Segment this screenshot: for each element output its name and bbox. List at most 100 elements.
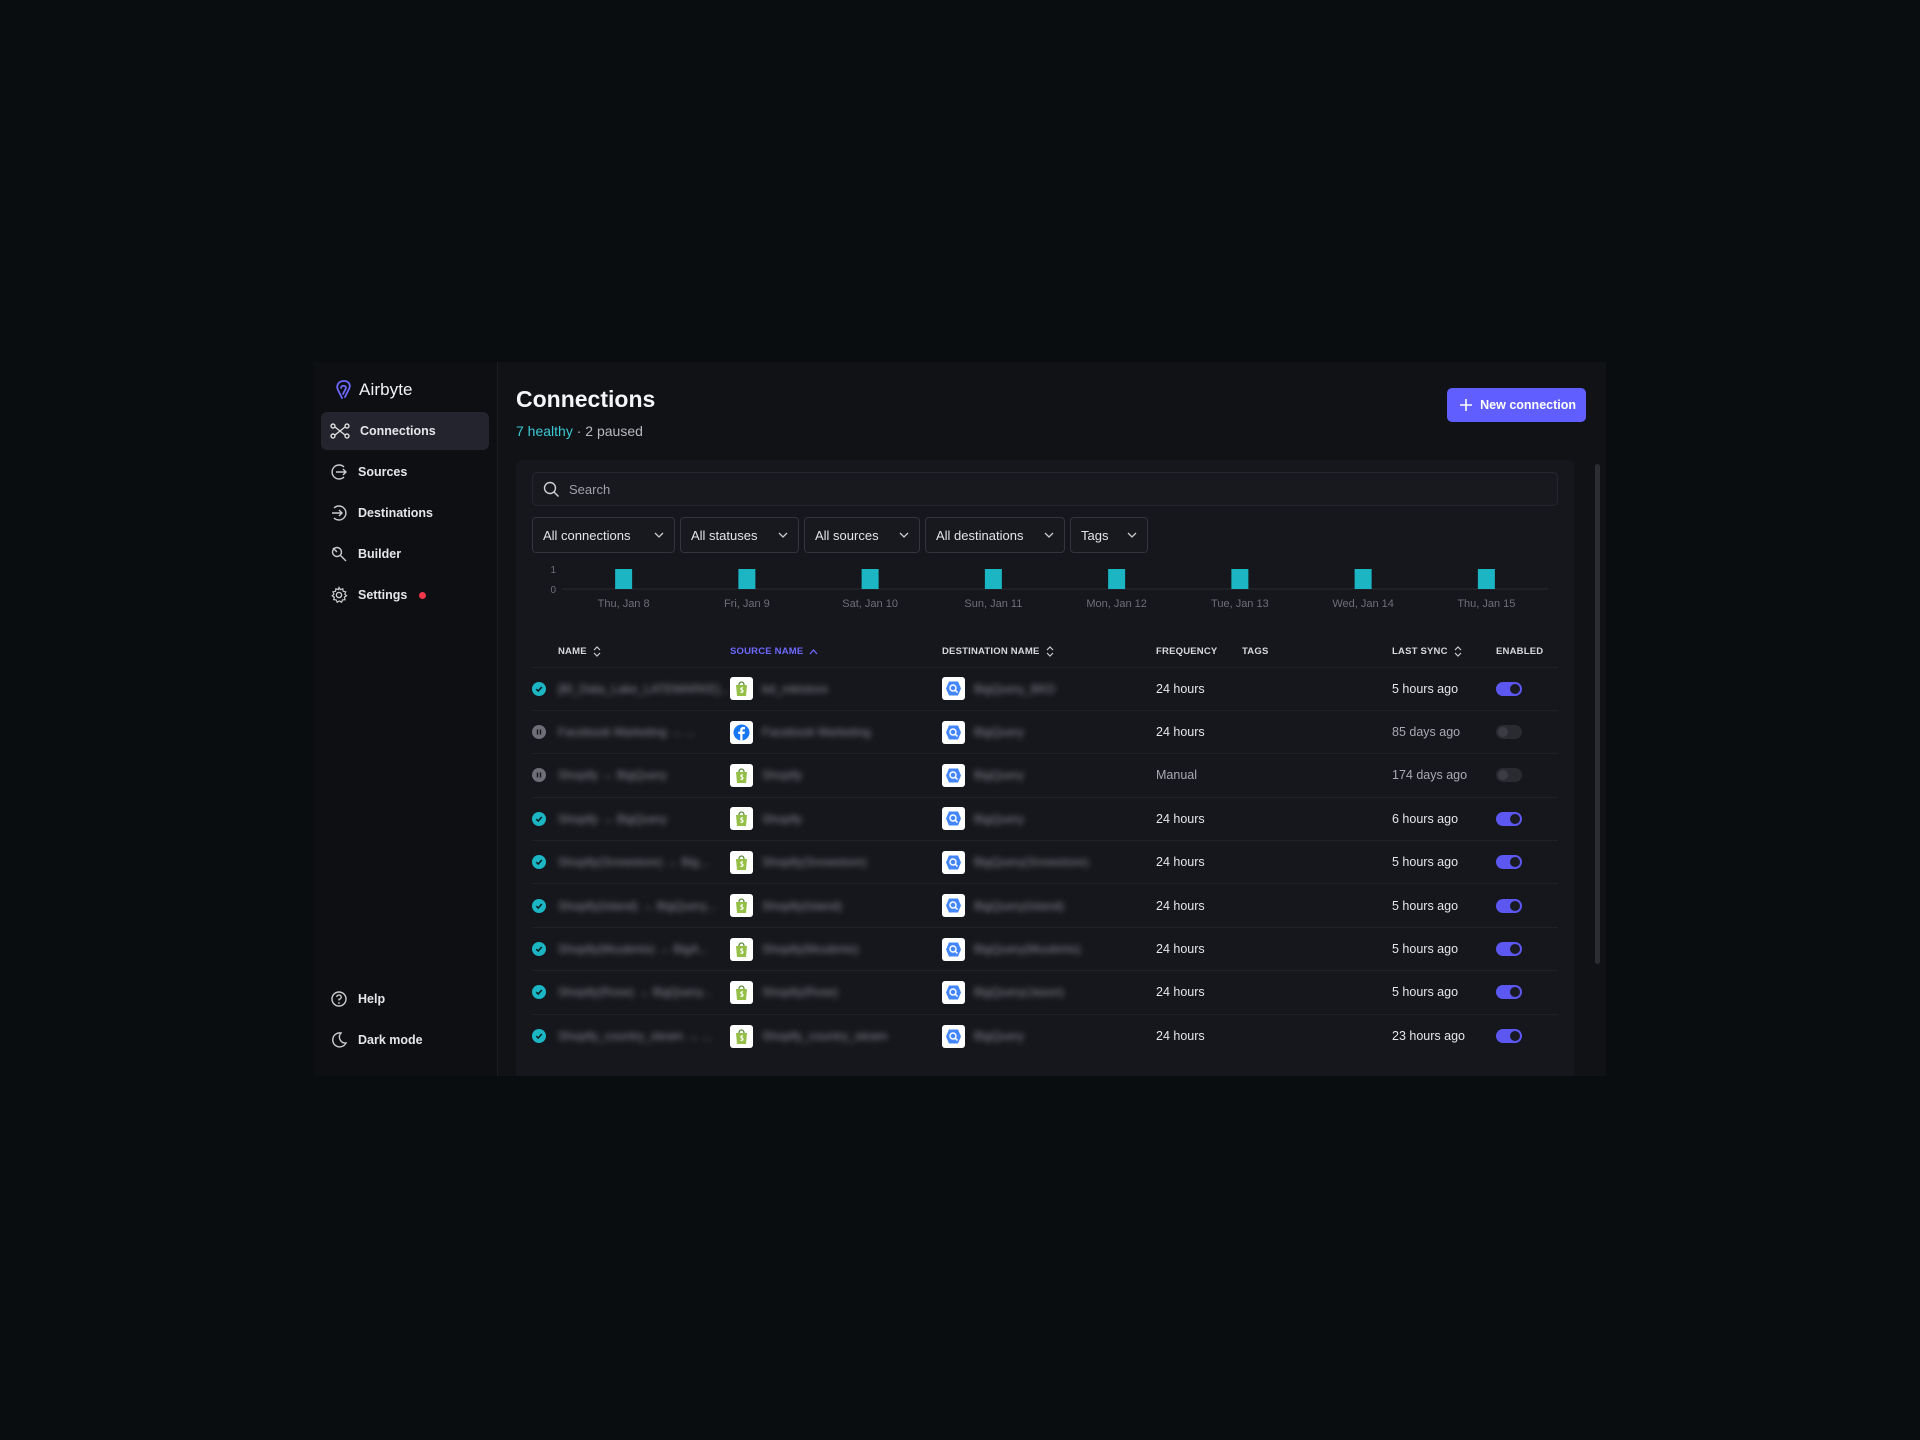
source-cell[interactable]: Shopify(Island)	[730, 883, 942, 928]
table-row[interactable]: Shopify(Snowstore) → Big... Shopify(Snows…	[532, 840, 1558, 884]
sync-bar[interactable]	[984, 569, 1002, 589]
destination-name[interactable]: BigQuery(Jason)	[974, 985, 1064, 999]
source-name[interactable]: Shopify(Snowstore)	[762, 855, 867, 869]
source-name[interactable]: Shopify(Island)	[762, 899, 842, 913]
enabled-toggle[interactable]	[1496, 768, 1522, 783]
enabled-toggle[interactable]	[1496, 811, 1522, 826]
destination-name[interactable]: BigQuery	[974, 768, 1024, 782]
source-name[interactable]: Shopify_country_steam	[762, 1029, 887, 1043]
filter-connections[interactable]: All connections	[532, 517, 675, 553]
search-input[interactable]	[569, 481, 1469, 497]
source-name[interactable]: Shopify(Rose)	[762, 985, 838, 999]
connection-name[interactable]: Facebook Marketing → ...	[558, 725, 695, 739]
sidebar-item-sources[interactable]: Sources	[321, 453, 489, 491]
logo[interactable]: Airbyte	[321, 376, 489, 404]
connection-name[interactable]: Shopify_country_steam → ...	[558, 1029, 712, 1043]
destination-cell[interactable]: BigQuery	[942, 753, 1156, 798]
connection-name[interactable]: Shopify → BigQuery	[558, 768, 667, 782]
sidebar-item-settings[interactable]: Settings	[321, 576, 489, 614]
destination-name[interactable]: BigQuery_BKD	[974, 682, 1055, 696]
destination-cell[interactable]: BigQuery	[942, 1013, 1156, 1058]
connection-name[interactable]: Shopify → BigQuery	[558, 812, 667, 826]
sync-bar[interactable]	[1477, 569, 1495, 589]
source-name[interactable]: Shopify(Muubmix)	[762, 942, 859, 956]
source-cell[interactable]: Shopify	[730, 796, 942, 841]
source-name[interactable]: Shopify	[762, 812, 802, 826]
filter-tags[interactable]: Tags	[1070, 517, 1148, 553]
destination-cell[interactable]: BigQuery(Snowstore)	[942, 840, 1156, 884]
sync-bar[interactable]	[615, 569, 633, 589]
destination-name-header[interactable]: DESTINATION NAME	[942, 637, 1156, 667]
filter-statuses[interactable]: All statuses	[680, 517, 799, 553]
destination-name[interactable]: BigQuery	[974, 725, 1024, 739]
source-cell[interactable]: Shopify(Rose)	[730, 970, 942, 1015]
sidebar-item-destinations[interactable]: Destinations	[321, 494, 489, 532]
table-row[interactable]: Shopify → BigQuery Shopify BigQuery Manual 1…	[532, 753, 1558, 798]
destination-cell[interactable]: BigQuery(Muubmix)	[942, 926, 1156, 971]
source-cell[interactable]: Shopify(Snowstore)	[730, 840, 942, 884]
table-row[interactable]: [BI_Data_Lake_LATEMARKE]... bd_mktstore Bi…	[532, 666, 1558, 711]
destination-cell[interactable]: BigQuery	[942, 709, 1156, 754]
source-name[interactable]: Shopify	[762, 768, 802, 782]
source-cell[interactable]: Facebook Marketing	[730, 709, 942, 754]
sync-bar[interactable]	[1108, 569, 1126, 589]
destination-name[interactable]: BigQuery(Snowstore)	[974, 855, 1089, 869]
enabled-toggle[interactable]	[1496, 855, 1522, 870]
search-box[interactable]	[532, 472, 1558, 506]
source-name[interactable]: Facebook Marketing	[762, 725, 871, 739]
enabled-toggle[interactable]	[1496, 681, 1522, 696]
connection-name[interactable]: Shopify(Snowstore) → Big...	[558, 855, 709, 869]
name-cell[interactable]: Shopify(Island) → BigQuery...	[558, 883, 730, 928]
table-row[interactable]: Shopify(Island) → BigQuery... Shopify(Isl…	[532, 883, 1558, 928]
sync-bar[interactable]	[1231, 569, 1249, 589]
name-cell[interactable]: Shopify_country_steam → ...	[558, 1013, 730, 1058]
sync-bar[interactable]	[861, 569, 879, 589]
name-header[interactable]: NAME	[558, 637, 730, 667]
table-row[interactable]: Shopify(Rose) → BigQuery... Shopify(Rose)…	[532, 970, 1558, 1015]
name-cell[interactable]: Shopify(Rose) → BigQuery...	[558, 970, 730, 1015]
destination-cell[interactable]: BigQuery_BKD	[942, 666, 1156, 711]
table-row[interactable]: Shopify(Muubmix) → BigA... Shopify(Muubmi…	[532, 926, 1558, 971]
enabled-toggle[interactable]	[1496, 725, 1522, 740]
name-cell[interactable]: Facebook Marketing → ...	[558, 709, 730, 754]
connection-name[interactable]: Shopify(Island) → BigQuery...	[558, 899, 716, 913]
connection-name[interactable]: Shopify(Rose) → BigQuery...	[558, 985, 712, 999]
last-sync-header[interactable]: LAST SYNC	[1392, 637, 1496, 667]
filter-sources[interactable]: All sources	[804, 517, 920, 553]
destination-cell[interactable]: BigQuery	[942, 796, 1156, 841]
source-cell[interactable]: Shopify_country_steam	[730, 1013, 942, 1058]
table-row[interactable]: Facebook Marketing → ... Facebook Marketi…	[532, 709, 1558, 754]
sidebar-item-help[interactable]: Help	[321, 980, 489, 1018]
sidebar-item-connections[interactable]: Connections	[321, 412, 489, 450]
healthy-count[interactable]: 7 healthy	[516, 423, 573, 439]
destination-name[interactable]: BigQuery(Muubmix)	[974, 942, 1081, 956]
table-row[interactable]: Shopify → BigQuery Shopify BigQuery 24 hour…	[532, 796, 1558, 841]
enabled-toggle[interactable]	[1496, 1029, 1522, 1044]
source-name[interactable]: bd_mktstore	[762, 682, 828, 696]
name-cell[interactable]: [BI_Data_Lake_LATEMARKE]...	[558, 666, 730, 711]
name-cell[interactable]: Shopify(Snowstore) → Big...	[558, 840, 730, 884]
sidebar-item-builder[interactable]: Builder	[321, 535, 489, 573]
source-cell[interactable]: Shopify	[730, 753, 942, 798]
destination-cell[interactable]: BigQuery(Jason)	[942, 970, 1156, 1015]
name-cell[interactable]: Shopify → BigQuery	[558, 796, 730, 841]
paused-count[interactable]: 2 paused	[585, 423, 643, 439]
filter-destinations[interactable]: All destinations	[925, 517, 1065, 553]
sidebar-item-dark-mode[interactable]: Dark mode	[321, 1021, 489, 1059]
new-connection-button[interactable]: New connection	[1447, 388, 1586, 422]
enabled-toggle[interactable]	[1496, 985, 1522, 1000]
connection-name[interactable]: [BI_Data_Lake_LATEMARKE]...	[558, 682, 729, 696]
table-row[interactable]: Shopify_country_steam → ... Shopify_count…	[532, 1013, 1558, 1058]
sync-bar[interactable]	[738, 569, 756, 589]
destination-cell[interactable]: BigQuery(Island)	[942, 883, 1156, 928]
name-cell[interactable]: Shopify(Muubmix) → BigA...	[558, 926, 730, 971]
sync-bar[interactable]	[1354, 569, 1372, 589]
enabled-toggle[interactable]	[1496, 898, 1522, 913]
source-name-header[interactable]: SOURCE NAME	[730, 637, 942, 667]
source-cell[interactable]: bd_mktstore	[730, 666, 942, 711]
destination-name[interactable]: BigQuery	[974, 812, 1024, 826]
connection-name[interactable]: Shopify(Muubmix) → BigA...	[558, 942, 709, 956]
destination-name[interactable]: BigQuery	[974, 1029, 1024, 1043]
name-cell[interactable]: Shopify → BigQuery	[558, 753, 730, 798]
destination-name[interactable]: BigQuery(Island)	[974, 899, 1064, 913]
